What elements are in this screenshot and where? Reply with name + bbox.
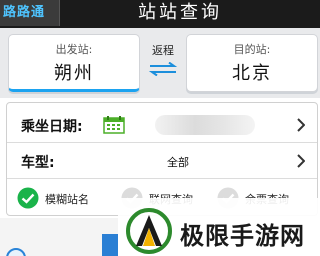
watermark-logo-icon (126, 208, 172, 254)
train-type-row[interactable]: 车型: 全部 (7, 143, 317, 179)
route-panel: 出发站: 朔州 返程 目的站: 北京 (0, 28, 320, 98)
bottom-blue-button[interactable] (102, 234, 118, 256)
checked-circle-icon (17, 187, 39, 209)
train-type-value: 全部 (167, 156, 189, 169)
return-trip-label: 返程 (152, 44, 174, 57)
train-type-label: 车型: (21, 155, 55, 171)
return-trip-button[interactable]: 返程 (140, 42, 186, 82)
date-label: 乘坐日期: (21, 119, 83, 135)
page-title: 站站查询 (138, 2, 222, 23)
to-station-label: 目的站: (233, 43, 271, 56)
back-button[interactable]: 路路通 (0, 0, 60, 26)
fuzzy-station-label: 模糊站名 (45, 193, 89, 206)
top-bar: 路路通 站站查询 (0, 0, 320, 28)
chevron-right-icon (297, 154, 305, 168)
to-station-card[interactable]: 目的站: 北京 (186, 34, 318, 92)
to-station-name: 北京 (232, 63, 272, 84)
calendar-icon[interactable] (103, 116, 125, 134)
watermark-text: 极限手游网 (180, 222, 305, 250)
chevron-right-icon (297, 118, 305, 132)
swap-arrows-icon (148, 62, 178, 76)
from-station-name: 朔州 (54, 63, 94, 84)
date-value-blurred (155, 115, 255, 135)
from-station-label: 出发站: (55, 43, 93, 56)
bottom-circle-button[interactable] (6, 248, 26, 256)
from-station-card[interactable]: 出发站: 朔州 (8, 34, 140, 92)
date-row[interactable]: 乘坐日期: (7, 107, 317, 143)
